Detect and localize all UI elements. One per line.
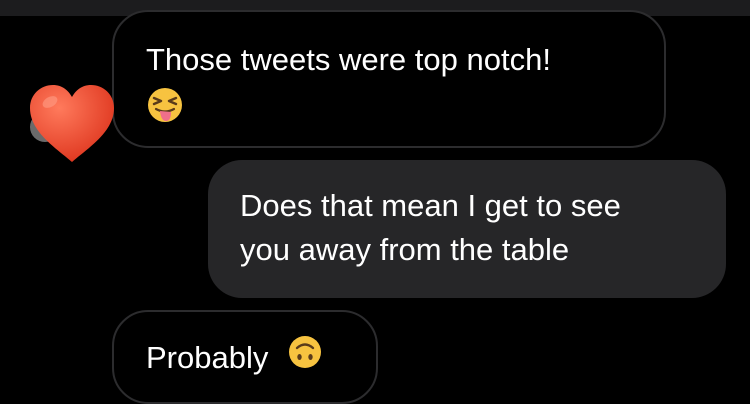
incoming-message-bubble[interactable]: Probably <box>112 310 378 404</box>
incoming-message-bubble[interactable]: Those tweets were top notch! <box>112 10 666 148</box>
message-text-line-2: you away from the table <box>240 232 570 267</box>
outgoing-message-bubble[interactable]: Does that mean I get to see you away fro… <box>208 160 726 298</box>
upside-down-face-icon <box>287 334 323 382</box>
red-heart-icon[interactable] <box>26 82 118 166</box>
message-text-line-1: Does that mean I get to see <box>240 188 621 223</box>
message-text: Probably <box>146 340 269 376</box>
message-text: Those tweets were top notch! <box>146 42 551 77</box>
squinting-face-with-tongue-icon <box>146 86 184 136</box>
